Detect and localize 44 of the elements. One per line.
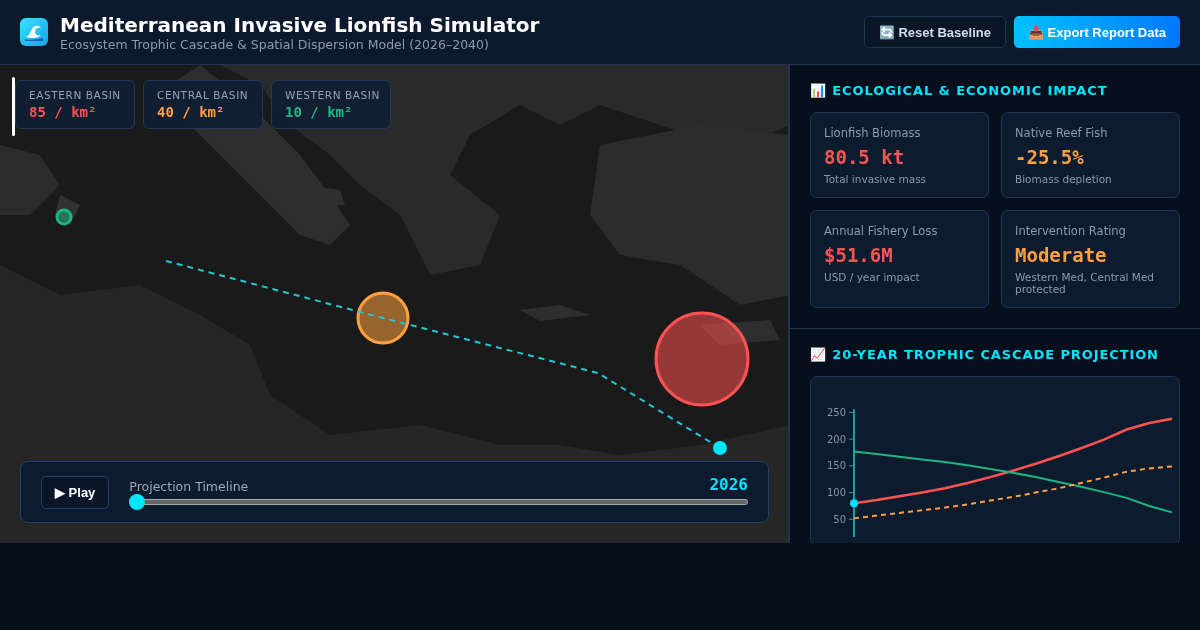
route-end-marker [713,441,727,455]
reset-button[interactable]: 🔄 Reset Baseline [863,16,1006,48]
metric-label: Intervention Rating [1015,224,1127,238]
hotspot-circle[interactable] [654,311,750,407]
tick-mark [848,438,855,440]
section-heading: 📈 20-YEAR TROPHIC CASCADE PROJECTION [810,347,1160,362]
play-button[interactable]: ▶ Play [41,475,110,509]
hotspot-circle[interactable] [55,208,73,226]
metric-value: 80.5 kt [824,146,906,168]
y-tick-label: 250 [826,406,846,418]
basin-label: CENTRAL BASIN [157,89,249,101]
tick-mark [848,411,855,413]
hotspot-circle[interactable] [356,291,410,345]
current-year-marker [850,499,858,508]
y-tick-label: 200 [826,433,846,445]
density-value: 85 / km² [29,104,98,120]
density-value: 10 / km² [285,104,354,120]
timeline-slider[interactable] [129,493,748,510]
metric-note: USD / year impact [824,271,921,283]
wave-logo-icon [20,18,48,46]
metric-note: Total invasive mass [824,173,928,185]
metric-value: Moderate [1015,244,1108,266]
app-subtitle: Ecosystem Trophic Cascade & Spatial Dispersion Model (2026–2040) [60,36,490,52]
app-title: Mediterranean Invasive Lionfish Simulator [60,12,540,37]
y-tick-label: 50 [833,513,846,525]
tick-mark [848,492,855,494]
metric-value: -25.5% [1015,146,1085,168]
y-tick-label: 100 [826,487,846,499]
y-tick-label: 150 [826,460,846,472]
tick-mark [848,465,855,467]
tick-mark [848,518,855,520]
metric-label: Native Reef Fish [1015,126,1109,140]
section-heading: 📊 ECOLOGICAL & ECONOMIC IMPACT [810,83,1109,98]
metric-value: $51.6M [824,244,894,266]
basin-label: WESTERN BASIN [285,89,377,101]
slider-thumb[interactable] [129,493,146,510]
metric-label: Lionfish Biomass [824,126,922,140]
year-value: 2026 [709,474,748,494]
density-value: 40 / km² [157,104,226,120]
basin-label: EASTERN BASIN [29,89,121,101]
metric-label: Annual Fishery Loss [824,224,939,238]
metric-note: Biomass depletion [1015,173,1113,185]
timeline-label: Projection Timeline [129,478,249,494]
metric-note: Western Med, Central Med protected [1015,271,1155,295]
